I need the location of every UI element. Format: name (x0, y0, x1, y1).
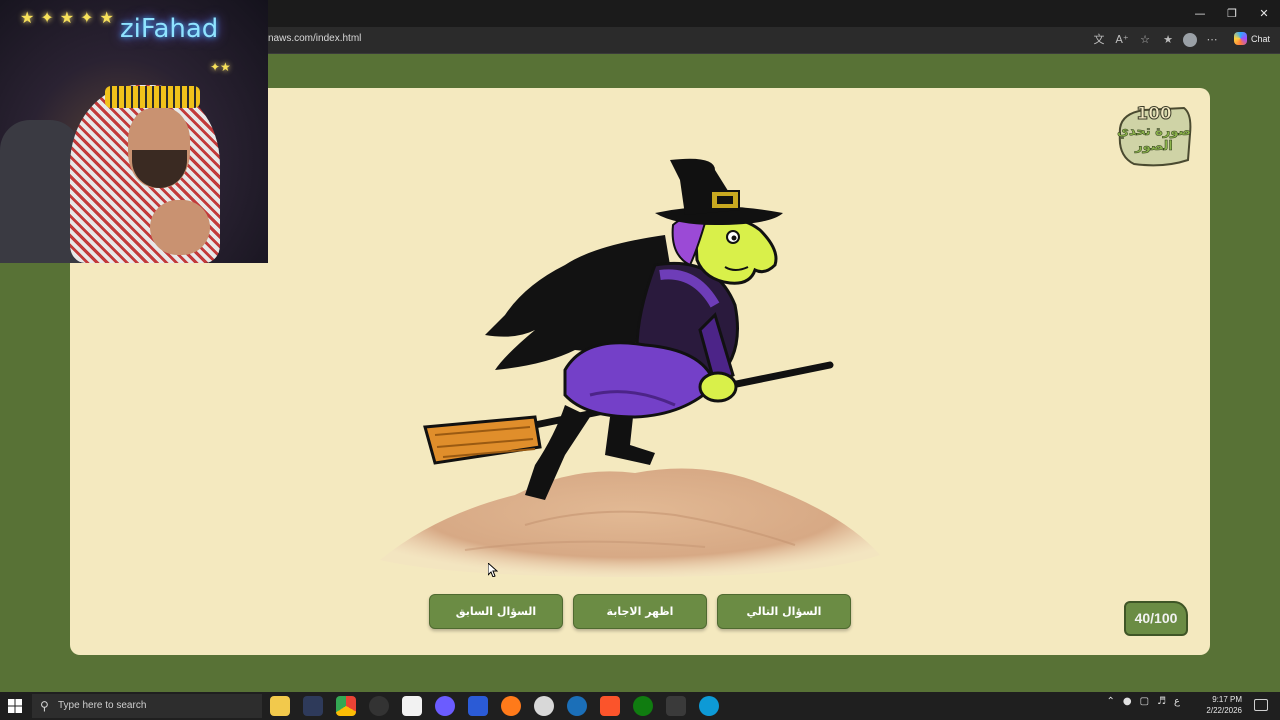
xbox-icon[interactable] (633, 696, 653, 716)
file-explorer-icon[interactable] (270, 696, 290, 716)
star-lights-icon: ★✦★✦★ (20, 8, 120, 27)
url-field[interactable]: naws.com/index.html (268, 33, 361, 44)
profile-icon[interactable] (1183, 33, 1197, 47)
store-icon[interactable] (402, 696, 422, 716)
notification-icon[interactable] (1254, 699, 1268, 711)
search-icon: ⚲ (40, 699, 49, 713)
star-lights-icon-2: ✦★ (210, 60, 231, 74)
chat-label: Chat (1250, 33, 1270, 44)
clock-date: 2/22/2026 (1206, 706, 1242, 715)
taskbar-clock[interactable]: 9:17 PM 2/22/2026 (1206, 694, 1242, 716)
app-icon-2[interactable] (534, 696, 554, 716)
streamer-hands (150, 200, 210, 255)
word-icon[interactable] (468, 696, 488, 716)
witch-illustration (423, 158, 834, 500)
next-question-button[interactable]: السؤال التالي (717, 594, 851, 629)
close-icon[interactable]: ✕ (1248, 0, 1280, 27)
input-language[interactable]: ع (1174, 696, 1180, 707)
window-controls: — ❐ ✕ (1184, 0, 1280, 27)
translate-icon[interactable]: 文 (1091, 31, 1107, 49)
read-aloud-icon[interactable]: A⁺ (1114, 31, 1130, 49)
volume-icon[interactable]: ♬ (1157, 696, 1166, 707)
chair-back (0, 120, 80, 263)
chevron-up-icon[interactable]: ⌃ (1106, 696, 1114, 707)
game-logo: 100 صورة تحدي الصور (1114, 104, 1194, 170)
taskbar-search-input[interactable]: ⚲ Type here to search (32, 694, 262, 718)
obs-icon[interactable] (369, 696, 389, 716)
logo-number: 100 (1136, 104, 1173, 125)
favorite-icon[interactable]: ☆ (1137, 31, 1153, 49)
mouse-cursor-icon (488, 563, 498, 577)
restore-icon[interactable]: ❐ (1216, 0, 1248, 27)
search-placeholder: Type here to search (58, 700, 147, 711)
steam-icon[interactable] (567, 696, 587, 716)
streamer-agal (105, 86, 200, 108)
streamer-neon-sign: ziFahad (120, 14, 219, 44)
network-icon[interactable]: ▢ (1140, 696, 1149, 707)
firefox-icon[interactable] (501, 696, 521, 716)
app-icon[interactable] (303, 696, 323, 716)
microphone-icon[interactable]: ● (1123, 696, 1132, 707)
discord-icon[interactable] (435, 696, 455, 716)
app-icon-3[interactable] (666, 696, 686, 716)
windows-start-icon[interactable] (8, 699, 22, 713)
taskbar-apps (270, 696, 719, 716)
logo-text-group: 100 صورة تحدي الصور (1114, 104, 1194, 155)
copilot-chat-button[interactable]: Chat (1233, 32, 1270, 45)
edge-icon[interactable] (699, 696, 719, 716)
webcam-overlay: ★✦★✦★ ✦★ ziFahad (0, 0, 268, 263)
favorites-bar-icon[interactable]: ★ (1160, 31, 1176, 49)
chrome-icon[interactable] (336, 696, 356, 716)
question-counter: 40/100 (1124, 601, 1188, 636)
minimize-icon[interactable]: — (1184, 0, 1216, 27)
system-tray: ⌃ ● ▢ ♬ ع (1106, 696, 1180, 707)
brave-icon[interactable] (600, 696, 620, 716)
previous-question-button[interactable]: السؤال السابق (429, 594, 563, 629)
show-answer-button[interactable]: اظهر الاجابة (573, 594, 707, 629)
logo-title: صورة تحدي الصور (1116, 124, 1192, 155)
more-icon[interactable]: ⋯ (1204, 31, 1220, 49)
clock-time: 9:17 PM (1212, 695, 1242, 704)
copilot-icon (1233, 32, 1247, 45)
address-bar-icons: 文 A⁺ ☆ ★ ⋯ (1091, 31, 1220, 49)
windows-taskbar: ⚲ Type here to search ⌃ ● ▢ ♬ ع 9:17 PM … (0, 692, 1280, 720)
